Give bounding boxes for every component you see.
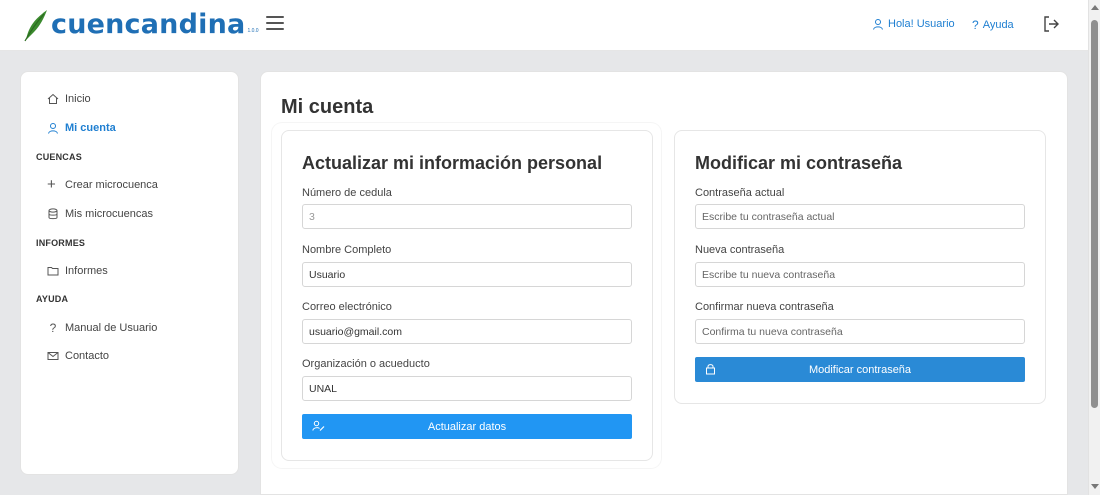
logo-text: cuencandina (51, 9, 246, 40)
sidebar-item-informes[interactable]: Informes (47, 265, 108, 277)
folder-icon (47, 267, 59, 276)
new-password-label: Nueva contraseña (695, 244, 785, 256)
help-label: Ayuda (982, 19, 1014, 31)
sidebar-item-crear-microcuenca[interactable]: + Crear microcuenca (47, 176, 158, 193)
page-title: Mi cuenta (281, 96, 374, 118)
user-icon (48, 123, 58, 134)
sidebar-item-mi-cuenta[interactable]: Mi cuenta (47, 122, 116, 134)
org-input[interactable] (302, 376, 632, 401)
nombre-label: Nombre Completo (302, 244, 392, 256)
correo-label: Correo electrónico (302, 301, 392, 313)
sidebar-item-manual[interactable]: ? Manual de Usuario (47, 321, 158, 335)
lock-icon (706, 364, 715, 375)
page-scrollbar[interactable] (1088, 0, 1100, 495)
leaf-icon (24, 10, 47, 42)
section-title-cuencas: CUENCAS (36, 152, 82, 162)
sidebar-item-label: Mi cuenta (65, 122, 116, 134)
change-password-label: Modificar contraseña (808, 363, 912, 376)
cedula-label: Número de cedula (302, 187, 392, 199)
nombre-input[interactable] (302, 262, 632, 287)
sidebar: Inicio Mi cuenta CUENCAS + Crear microcu… (20, 71, 239, 475)
user-edit-icon (312, 420, 325, 431)
logout-button[interactable] (1042, 15, 1060, 38)
update-data-button[interactable]: Actualizar datos (302, 414, 632, 439)
sidebar-item-label: Crear microcuenca (65, 179, 158, 191)
database-icon (48, 208, 58, 220)
org-label: Organización o acueducto (302, 358, 430, 370)
sidebar-item-label: Manual de Usuario (65, 322, 158, 334)
correo-input[interactable] (302, 319, 632, 344)
user-icon (873, 19, 883, 30)
confirm-password-input[interactable] (695, 319, 1025, 344)
menu-toggle-icon[interactable] (266, 16, 284, 32)
logout-icon (1044, 16, 1059, 32)
question-icon: ? (49, 321, 57, 335)
section-title-informes: INFORMES (36, 238, 86, 248)
section-title-ayuda: AYUDA (36, 294, 69, 304)
new-password-input[interactable] (695, 262, 1025, 287)
current-password-input[interactable] (695, 204, 1025, 229)
help-link[interactable]: ? Ayuda (972, 18, 1014, 32)
user-menu-link[interactable]: Hola! Usuario (872, 18, 955, 30)
logo-version: 1.0.0 (247, 28, 259, 34)
personal-card-title: Actualizar mi información personal (302, 153, 603, 173)
plus-icon: + (47, 176, 56, 193)
current-password-label: Contraseña actual (695, 187, 785, 199)
change-password-button[interactable]: Modificar contraseña (695, 357, 1025, 382)
cedula-input (302, 204, 632, 229)
sidebar-item-inicio[interactable]: Inicio (47, 93, 91, 105)
sidebar-item-contacto[interactable]: Contacto (47, 350, 109, 362)
scroll-down-icon[interactable] (1091, 484, 1099, 489)
personal-info-card (281, 130, 653, 461)
sidebar-item-mis-microcuencas[interactable]: Mis microcuencas (47, 208, 153, 220)
sidebar-item-label: Informes (65, 265, 108, 277)
top-header: cuencandina 1.0.0 Hola! Usuario ? Ayuda (0, 0, 1088, 51)
sidebar-item-label: Inicio (65, 93, 91, 105)
sidebar-item-label: Mis microcuencas (65, 208, 154, 220)
mail-icon (47, 352, 59, 360)
question-icon: ? (972, 18, 979, 32)
scroll-thumb[interactable] (1091, 20, 1098, 408)
sidebar-item-label: Contacto (65, 350, 110, 362)
scroll-up-icon[interactable] (1091, 5, 1099, 10)
home-icon (47, 93, 59, 104)
password-card-title: Modificar mi contraseña (695, 153, 903, 173)
user-greeting: Hola! Usuario (888, 18, 955, 30)
update-data-label: Actualizar datos (427, 420, 507, 433)
confirm-password-label: Confirmar nueva contraseña (695, 301, 834, 313)
app-logo[interactable]: cuencandina 1.0.0 (22, 8, 259, 42)
